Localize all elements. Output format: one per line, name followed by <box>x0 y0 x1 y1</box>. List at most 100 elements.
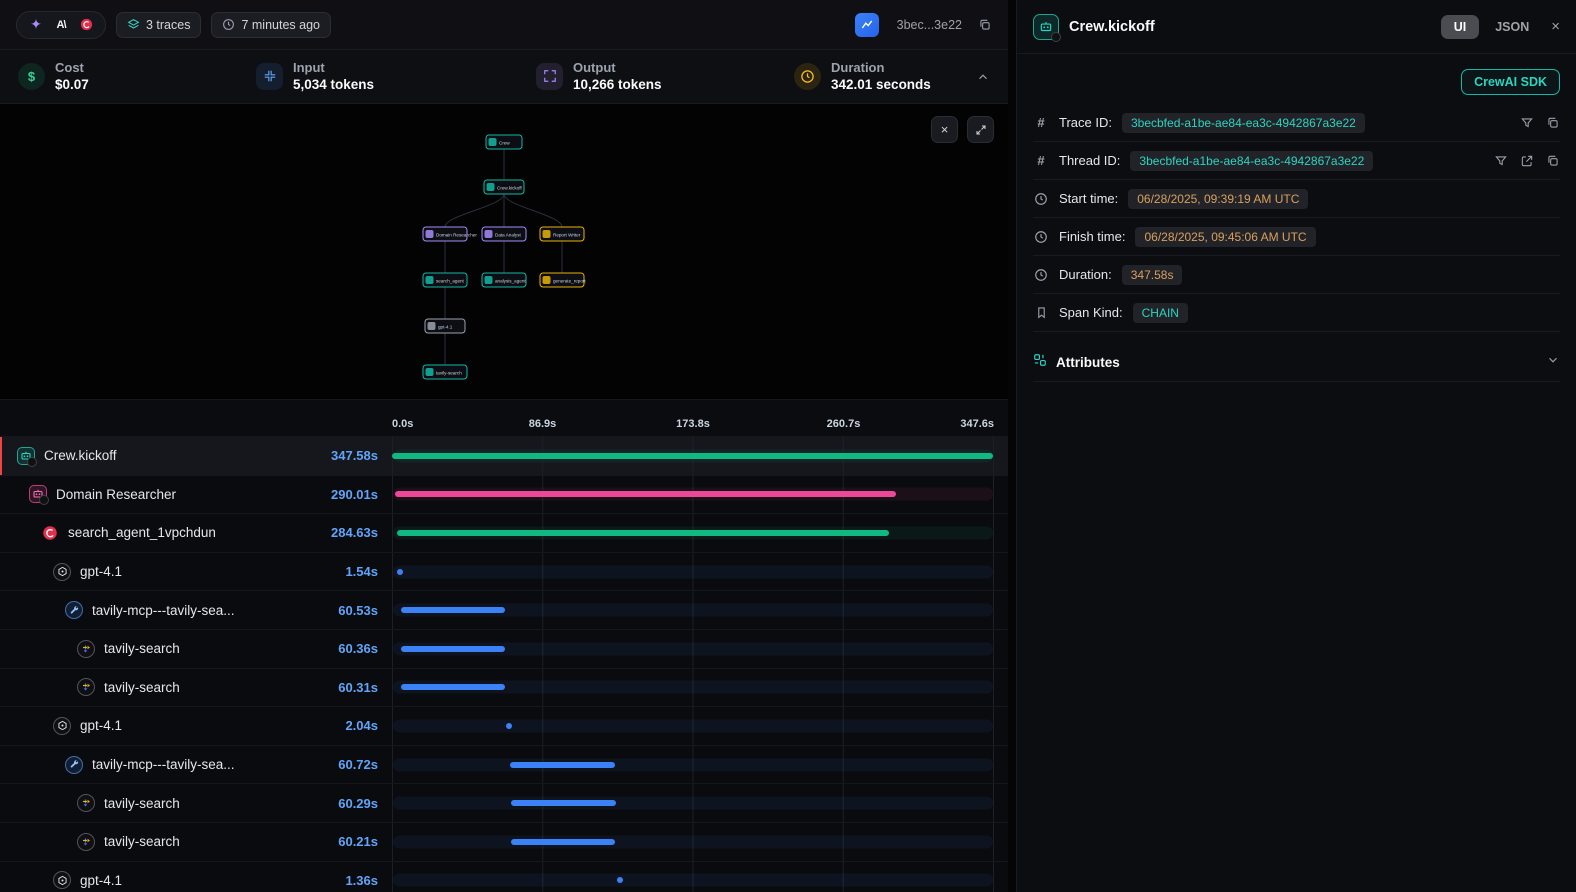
trace-row[interactable]: tavily-search60.29s <box>0 783 1008 822</box>
graph-node[interactable]: search_agent <box>423 273 467 287</box>
graph-node[interactable]: analysis_agent <box>482 273 526 287</box>
span-duration: 60.31s <box>338 680 378 695</box>
span-bar[interactable] <box>511 839 615 845</box>
metric-value: 5,034 tokens <box>293 76 374 94</box>
graph-node[interactable]: Report Writer <box>540 227 584 241</box>
trace-row[interactable]: Domain Researcher290.01s <box>0 475 1008 514</box>
svg-text:tavily-search: tavily-search <box>436 371 462 376</box>
close-panel-button[interactable]: × <box>1551 18 1560 35</box>
field-finish-time: Finish time: 06/28/2025, 09:45:06 AM UTC <box>1033 218 1560 256</box>
span-bar[interactable] <box>401 684 505 690</box>
trace-row[interactable]: gpt-4.12.04s <box>0 706 1008 745</box>
span-kind-value: CHAIN <box>1133 303 1188 323</box>
svg-text:search_agent: search_agent <box>436 279 465 284</box>
svg-text:analysis_agent: analysis_agent <box>495 279 526 284</box>
trace-row[interactable]: gpt-4.11.36s <box>0 861 1008 892</box>
graph-node[interactable]: Crew <box>486 135 522 149</box>
crewai-icon <box>77 16 95 34</box>
filter-icon[interactable] <box>1494 154 1508 168</box>
span-bar[interactable] <box>392 453 993 459</box>
trace-row[interactable]: tavily-mcp---tavily-sea... 60.53s <box>0 590 1008 629</box>
span-duration: 1.54s <box>345 564 378 579</box>
filter-icon[interactable] <box>1520 116 1534 130</box>
metric-value: 10,266 tokens <box>573 76 662 94</box>
span-duration: 60.53s <box>338 603 378 618</box>
trace-row[interactable]: tavily-search60.21s <box>0 822 1008 861</box>
dollar-icon: $ <box>18 63 45 90</box>
field-duration: Duration: 347.58s <box>1033 256 1560 294</box>
json-tab[interactable]: JSON <box>1487 15 1537 39</box>
ui-tab[interactable]: UI <box>1441 15 1480 39</box>
span-bar-lane <box>392 669 994 707</box>
layers-icon <box>127 18 140 31</box>
trace-row[interactable]: tavily-mcp---tavily-sea...60.72s <box>0 745 1008 784</box>
span-bar[interactable] <box>401 607 506 613</box>
span-bar[interactable] <box>397 569 403 575</box>
detail-title: Crew.kickoff <box>1069 19 1155 35</box>
span-name: gpt-4.1 <box>80 718 337 733</box>
expand-graph-button[interactable] <box>967 116 994 143</box>
thread-id-value[interactable]: 3becbfed-a1be-ae84-ea3c-4942867a3e22 <box>1130 151 1373 171</box>
copy-icon[interactable] <box>1546 116 1560 130</box>
graph-node[interactable]: Crew.kickoff <box>484 180 524 194</box>
close-graph-button[interactable]: × <box>931 116 958 143</box>
metric-input: Input 5,034 tokens <box>256 60 536 94</box>
svg-text:Report Writer: Report Writer <box>553 233 581 238</box>
clock-icon <box>1033 230 1049 244</box>
trace-row[interactable]: tavily-search60.31s <box>0 668 1008 707</box>
trace-row[interactable]: Crew.kickoff347.58s <box>0 436 1008 475</box>
tick-label: 260.7s <box>827 418 861 430</box>
panel-divider <box>1008 0 1016 892</box>
anthropic-icon: A\ <box>52 16 70 34</box>
span-bar[interactable] <box>510 762 615 768</box>
integration-logos: ✦ A\ <box>16 11 106 39</box>
chart-icon <box>855 13 879 37</box>
span-bar[interactable] <box>395 491 896 497</box>
field-label: Span Kind: <box>1059 305 1123 320</box>
span-bar[interactable] <box>617 877 623 883</box>
metric-cost: $ Cost $0.07 <box>18 60 256 94</box>
sdk-badge: CrewAI SDK <box>1461 69 1560 95</box>
trace-row[interactable]: tavily-search60.36s <box>0 629 1008 668</box>
agent-graph-panel: Crew Crew.kickoff Domain Researcher Data An… <box>0 104 1008 400</box>
svg-text:Data Analyst: Data Analyst <box>495 233 522 238</box>
graph-node[interactable]: tavily-search <box>423 365 467 379</box>
span-bar[interactable] <box>397 530 889 536</box>
svg-text:gpt-4.1: gpt-4.1 <box>438 325 453 330</box>
field-label: Thread ID: <box>1059 153 1120 168</box>
attributes-section-toggle[interactable]: Attributes <box>1033 344 1560 382</box>
tavily-icon <box>76 793 96 813</box>
collapse-metrics-button[interactable] <box>976 70 990 84</box>
tick-label: 86.9s <box>529 418 557 430</box>
span-name: gpt-4.1 <box>80 873 337 888</box>
hash-icon: # <box>1033 115 1049 130</box>
tavily-icon <box>76 832 96 852</box>
span-bar[interactable] <box>506 723 512 729</box>
span-name: tavily-mcp---tavily-sea... <box>92 603 330 618</box>
graph-node[interactable]: gpt-4.1 <box>425 319 465 333</box>
agent-graph[interactable]: Crew Crew.kickoff Domain Researcher Data An… <box>0 104 1008 400</box>
span-duration: 284.63s <box>331 525 378 540</box>
trace-row[interactable]: search_agent_1vpchdun284.63s <box>0 513 1008 552</box>
openai-icon <box>52 716 72 736</box>
span-bar-lane <box>392 476 994 514</box>
graph-node[interactable]: Domain Researcher <box>423 227 477 241</box>
span-bar[interactable] <box>511 800 615 806</box>
metric-label: Input <box>293 60 374 76</box>
span-duration: 347.58s <box>331 448 378 463</box>
graph-node[interactable]: generate_report <box>540 273 586 287</box>
time-ago-label: 7 minutes ago <box>241 18 320 32</box>
copy-icon[interactable] <box>1546 154 1560 168</box>
span-duration: 290.01s <box>331 487 378 502</box>
duration-value: 347.58s <box>1122 265 1183 285</box>
traces-count-badge[interactable]: 3 traces <box>116 12 201 38</box>
graph-node[interactable]: Data Analyst <box>482 227 526 241</box>
span-bar-lane <box>392 707 994 745</box>
trace-id-value[interactable]: 3becbfed-a1be-ae84-ea3c-4942867a3e22 <box>1122 113 1365 133</box>
span-bar[interactable] <box>401 646 505 652</box>
arrows-in-icon <box>256 63 283 90</box>
copy-trace-id-button[interactable] <box>978 18 992 32</box>
external-link-icon[interactable] <box>1520 154 1534 168</box>
tick-label: 0.0s <box>392 418 413 430</box>
trace-row[interactable]: gpt-4.11.54s <box>0 552 1008 591</box>
